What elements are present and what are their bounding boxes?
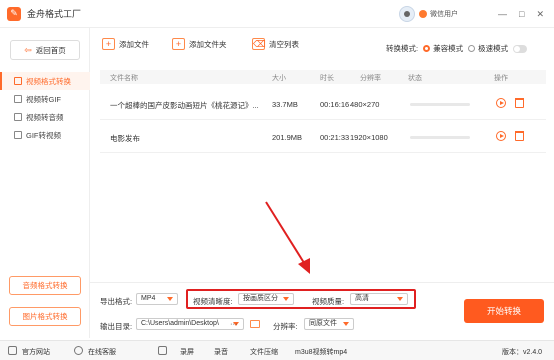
output-dir-label: 输出目录: [100, 322, 133, 331]
clear-list-button[interactable]: ⌫ 清空列表 [252, 38, 299, 50]
output-dir-input[interactable]: C:\Users\admin\Desktop\ [136, 318, 244, 330]
user-area[interactable]: 微信用户 [399, 6, 458, 22]
output-settings: 导出格式: MP4 视频清晰度: 按画质区分 视频质量: 高清 输出目录: C:… [90, 282, 554, 338]
audio-format-button[interactable]: 音频格式转换 [9, 276, 81, 295]
add-file-button[interactable]: + 添加文件 [102, 38, 149, 50]
home-button-label: 返回首页 [35, 45, 66, 55]
sidebar-nav: 视频格式转换 视频转GIF 视频转音频 GIF转视频 [0, 72, 90, 144]
col-resolution: 分辨率 [360, 75, 381, 82]
mode-toggle[interactable] [513, 44, 528, 53]
sidebar-item-video-to-audio[interactable]: 视频转音频 [0, 108, 90, 126]
row-duration: 00:21:33 [320, 133, 350, 142]
play-icon[interactable] [496, 98, 506, 108]
website-link[interactable]: 官方网站 [22, 347, 50, 357]
m3u8-link[interactable]: m3u8视频转mp4 [295, 347, 347, 357]
app-logo-icon: ✎ [7, 6, 21, 21]
resolution-label: 分辨率: [273, 322, 298, 331]
home-button[interactable]: ⇦ 返回首页 [10, 40, 80, 60]
more-button[interactable]: ··· [230, 319, 238, 328]
row-name: 一个超棒的国产皮影动画短片《桃花源记》... [110, 101, 259, 110]
video-icon [14, 77, 22, 85]
row-progress [410, 136, 470, 139]
app-title: 金舟格式工厂 [27, 9, 82, 19]
add-folder-label: 添加文件夹 [189, 39, 227, 49]
col-size: 大小 [272, 75, 286, 82]
row-progress [410, 103, 470, 106]
add-file-label: 添加文件 [119, 39, 149, 49]
table-row[interactable]: 电影发布 201.9MB 00:21:33 1920×1080 [100, 121, 546, 153]
folder-icon: + [172, 38, 185, 50]
conversion-mode: 转换模式: 兼容模式 极速模式 [386, 43, 528, 54]
add-file-icon: + [102, 38, 115, 50]
sidebar-item-label: 视频格式转换 [26, 76, 71, 86]
film-icon [14, 131, 22, 139]
mode-fast-label[interactable]: 极速模式 [478, 43, 508, 54]
file-table-header: 文件名称 大小 时长 分辨率 状态 操作 [100, 70, 546, 84]
gif-icon [14, 95, 22, 103]
sidebar-item-video-format[interactable]: 视频格式转换 [0, 72, 90, 90]
start-convert-button[interactable]: 开始转换 [464, 299, 544, 323]
compress-link[interactable]: 文件压缩 [250, 347, 278, 357]
broom-icon: ⌫ [252, 38, 266, 50]
col-name: 文件名称 [110, 75, 138, 82]
quality-select[interactable]: 高清 [350, 293, 408, 305]
sidebar-item-label: 视频转音频 [26, 112, 64, 122]
play-icon[interactable] [496, 131, 506, 141]
audio-icon [14, 113, 22, 121]
back-arrow-icon: ⇦ [24, 44, 32, 55]
sidebar-item-label: 视频转GIF [26, 94, 61, 104]
row-duration: 00:16:16 [320, 100, 350, 109]
tool-icon [158, 346, 167, 355]
mode-label: 转换模式: [386, 44, 419, 53]
row-name: 电影发布 [110, 134, 140, 143]
annotation-arrow [265, 201, 310, 274]
trash-icon[interactable] [515, 98, 524, 108]
toolbar: + 添加文件 + 添加文件夹 ⌫ 清空列表 转换模式: 兼容模式 极速模式 [90, 28, 554, 64]
vip-icon [419, 10, 427, 18]
output-dir-value: C:\Users\admin\Desktop\ [141, 320, 219, 327]
folder-icon[interactable] [250, 320, 260, 328]
row-size: 201.9MB [272, 133, 303, 142]
export-format-select[interactable]: MP4 [136, 293, 178, 305]
support-icon [74, 346, 83, 355]
window-controls: — □ ✕ [498, 9, 544, 20]
row-resolution: 1920×1080 [350, 133, 388, 142]
sidebar-item-video-to-gif[interactable]: 视频转GIF [0, 90, 90, 108]
resolution-select[interactable]: 同原文件 [304, 318, 354, 330]
mode-fast-radio[interactable] [468, 45, 476, 52]
close-icon[interactable]: ✕ [536, 9, 544, 20]
col-actions: 操作 [494, 75, 508, 82]
user-name[interactable]: 微信用户 [430, 9, 458, 19]
sidebar-item-label: GIF转视频 [26, 130, 61, 140]
add-folder-button[interactable]: + 添加文件夹 [172, 38, 227, 50]
record-audio-link[interactable]: 录音 [214, 347, 228, 357]
col-duration: 时长 [320, 75, 334, 82]
sidebar-item-gif-to-video[interactable]: GIF转视频 [0, 126, 90, 144]
quality-label: 视频质量: [312, 297, 345, 306]
clear-list-label: 清空列表 [269, 39, 299, 49]
image-format-button[interactable]: 图片格式转换 [9, 307, 81, 326]
support-link[interactable]: 在线客服 [88, 347, 116, 357]
row-resolution: 480×270 [350, 100, 380, 109]
record-screen-link[interactable]: 录屏 [180, 347, 194, 357]
home-icon [8, 346, 17, 355]
title-bar: ✎ 金舟格式工厂 微信用户 — □ ✕ [0, 0, 554, 28]
mode-compat-label[interactable]: 兼容模式 [433, 43, 463, 54]
row-size: 33.7MB [272, 100, 298, 109]
export-format-label: 导出格式: [100, 297, 133, 306]
sidebar: ⇦ 返回首页 视频格式转换 视频转GIF 视频转音频 GIF转视频 音频格式转换… [0, 28, 90, 338]
trash-icon[interactable] [515, 131, 524, 141]
minimize-icon[interactable]: — [498, 9, 507, 20]
version-text: 版本：v2.4.0 [502, 349, 543, 356]
clarity-select[interactable]: 按画质区分 [238, 293, 294, 305]
mode-compat-radio[interactable] [423, 45, 431, 52]
avatar[interactable] [399, 6, 415, 22]
clarity-label: 视频清晰度: [193, 297, 233, 306]
col-status: 状态 [408, 75, 422, 82]
maximize-icon[interactable]: □ [519, 9, 524, 20]
table-row[interactable]: 一个超棒的国产皮影动画短片《桃花源记》... 33.7MB 00:16:16 4… [100, 88, 546, 120]
status-bar: 官方网站 在线客服 录屏 录音 文件压缩 m3u8视频转mp4 版本：v2.4.… [0, 340, 554, 360]
